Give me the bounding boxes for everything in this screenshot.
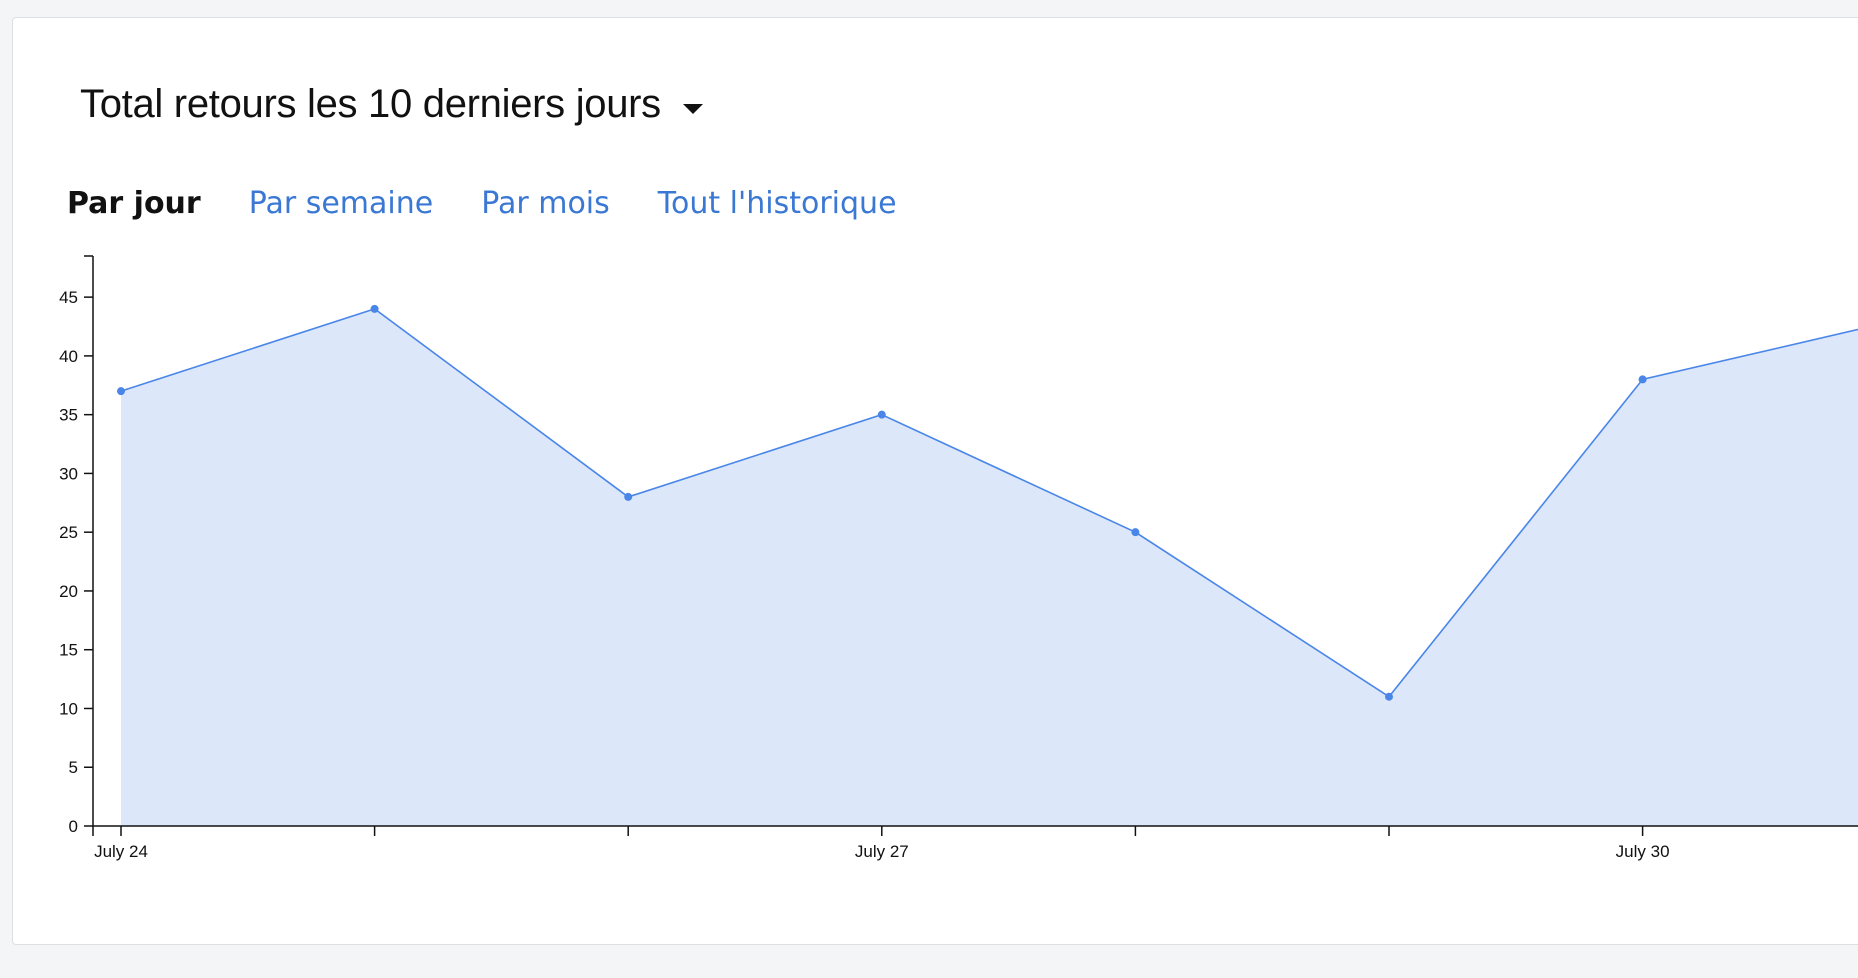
data-point bbox=[117, 387, 125, 396]
area-fill bbox=[121, 308, 1858, 826]
y-tick-label: 0 bbox=[69, 817, 78, 836]
x-tick-label: July 30 bbox=[1616, 842, 1670, 861]
y-tick-label: 30 bbox=[59, 464, 78, 483]
data-point bbox=[1385, 692, 1393, 701]
y-tick-label: 35 bbox=[59, 406, 78, 425]
y-tick-label: 10 bbox=[59, 699, 78, 718]
data-point bbox=[877, 410, 886, 419]
data-point bbox=[1638, 375, 1647, 384]
y-tick-label: 5 bbox=[69, 758, 78, 777]
y-tick-label: 45 bbox=[59, 288, 78, 307]
data-point bbox=[1131, 528, 1140, 537]
y-tick-label: 20 bbox=[59, 582, 78, 601]
y-tick-label: 40 bbox=[59, 347, 78, 366]
x-tick-label: July 24 bbox=[94, 842, 148, 861]
x-tick-label: July 27 bbox=[855, 842, 909, 861]
area-chart: 0 5 10 15 20 25 30 35 40 45 July 24 July 27 July 30 bbox=[59, 255, 1858, 861]
data-point bbox=[624, 492, 633, 501]
data-point bbox=[370, 304, 379, 313]
y-tick-label: 25 bbox=[59, 523, 78, 542]
y-tick-label: 15 bbox=[59, 641, 78, 660]
